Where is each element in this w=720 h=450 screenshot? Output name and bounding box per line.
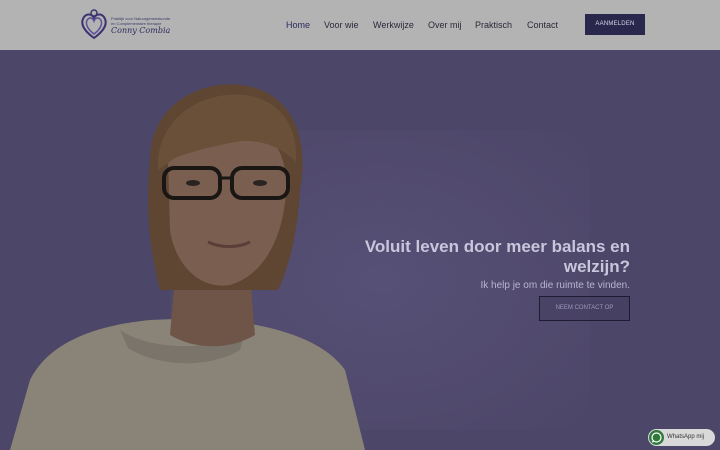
site-header: Praktijk voor Natuurgeneeskunde en Compl… (0, 0, 720, 50)
contact-button[interactable]: NEEM CONTACT OP (539, 296, 630, 321)
nav-home[interactable]: Home (286, 18, 310, 32)
nav-praktisch[interactable]: Praktisch (475, 18, 512, 32)
hero-subline: Ik help je om die ruimte te vinden. (480, 280, 630, 291)
whatsapp-button[interactable]: WhatsApp mij (648, 429, 715, 446)
whatsapp-label: WhatsApp mij (667, 434, 705, 440)
whatsapp-icon (649, 430, 664, 445)
nav-werkwijze[interactable]: Werkwijze (373, 18, 414, 32)
site-logo[interactable]: Praktijk voor Natuurgeneeskunde en Compl… (79, 8, 189, 42)
logo-hearts-icon (81, 9, 107, 40)
logo-brand-name: Conny Combia (111, 26, 171, 35)
aanmelden-button[interactable]: AANMELDEN (585, 14, 645, 35)
nav-voor-wie[interactable]: Voor wie (324, 18, 359, 32)
hero-section: Voluit leven door meer balans en welzijn… (0, 50, 720, 450)
hero-headline: Voluit leven door meer balans en welzijn… (364, 237, 630, 276)
nav-contact[interactable]: Contact (527, 18, 558, 32)
portrait-photo (10, 84, 365, 450)
nav-over-mij[interactable]: Over mij (428, 18, 462, 32)
